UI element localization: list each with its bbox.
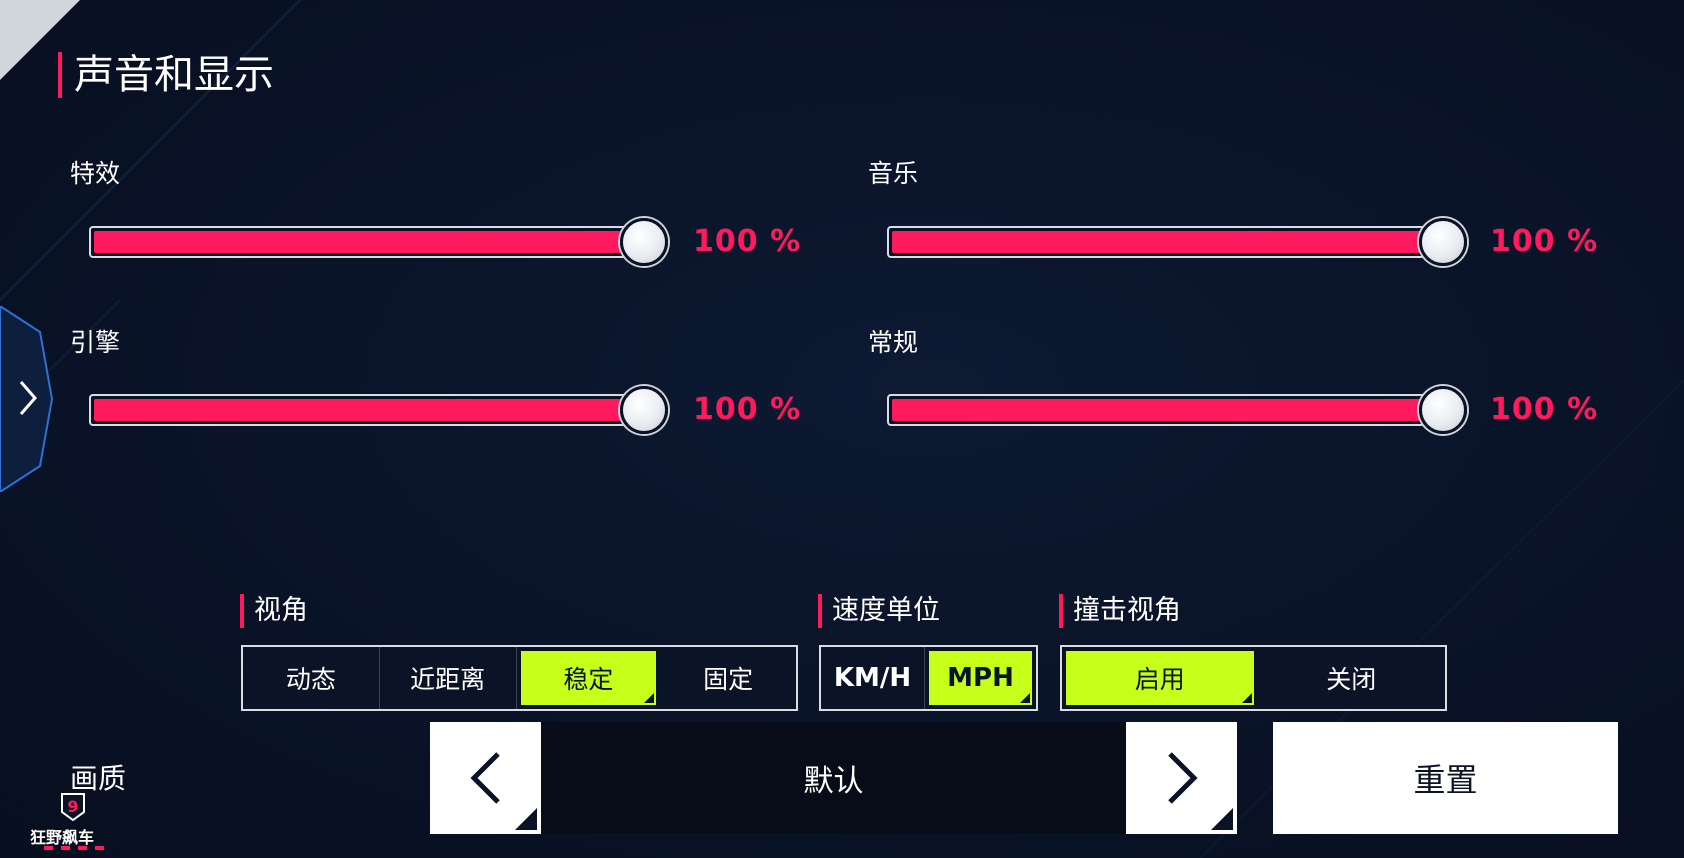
crash-view-option[interactable]: 关闭 <box>1258 647 1446 709</box>
chevron-left-icon <box>470 752 500 804</box>
quality-value: 默认 <box>541 722 1126 834</box>
slider-thumb[interactable] <box>1419 386 1467 434</box>
slider-thumb[interactable] <box>1419 218 1467 266</box>
game-logo: 9 狂野飙车 <box>30 792 120 854</box>
slider-thumb[interactable] <box>620 386 668 434</box>
view-angle-selector: 动态 近距离 稳定 固定 <box>241 645 798 711</box>
effects-value: 100 % <box>693 224 802 259</box>
quality-next-button[interactable] <box>1126 722 1237 834</box>
chevron-right-icon <box>1168 752 1198 804</box>
quality-label: 画质 <box>70 762 127 795</box>
speed-unit-selector: KM/H MPH <box>819 645 1038 711</box>
slider-label-effects: 特效 <box>70 159 121 188</box>
view-angle-option[interactable]: 近距离 <box>380 647 517 709</box>
general-slider[interactable] <box>887 386 1467 434</box>
logo-dots <box>44 846 108 850</box>
view-angle-title: 视角 <box>240 594 308 628</box>
view-angle-option[interactable]: 固定 <box>660 647 796 709</box>
slider-label-music: 音乐 <box>868 159 919 188</box>
crash-view-selector: 启用 关闭 <box>1060 645 1447 711</box>
quality-prev-button[interactable] <box>430 722 541 834</box>
slider-fill <box>94 399 648 421</box>
logo-shield-icon: 9 <box>61 793 85 822</box>
logo-text: 狂野飙车 <box>30 828 95 847</box>
engine-slider[interactable] <box>89 386 668 434</box>
speed-unit-title: 速度单位 <box>818 594 940 628</box>
slider-thumb[interactable] <box>620 218 668 266</box>
slider-label-general: 常规 <box>868 328 919 357</box>
music-value: 100 % <box>1490 224 1599 259</box>
effects-slider[interactable] <box>89 218 668 266</box>
music-slider[interactable] <box>887 218 1467 266</box>
logo-number: 9 <box>67 797 78 816</box>
crash-view-title: 撞击视角 <box>1059 594 1181 628</box>
engine-value: 100 % <box>693 392 802 427</box>
view-angle-option[interactable]: 稳定 <box>520 651 657 705</box>
view-angle-option[interactable]: 动态 <box>243 647 380 709</box>
speed-unit-option[interactable]: KM/H <box>821 647 925 709</box>
general-value: 100 % <box>1490 392 1599 427</box>
slider-fill <box>892 399 1447 421</box>
speed-unit-option[interactable]: MPH <box>929 651 1032 705</box>
slider-fill <box>94 231 648 253</box>
crash-view-option[interactable]: 启用 <box>1066 651 1254 705</box>
slider-label-engine: 引擎 <box>70 328 121 357</box>
reset-button[interactable]: 重置 <box>1273 722 1618 834</box>
section-title: 声音和显示 <box>58 52 274 98</box>
slider-fill <box>892 231 1447 253</box>
chevron-right-icon[interactable] <box>16 378 40 418</box>
